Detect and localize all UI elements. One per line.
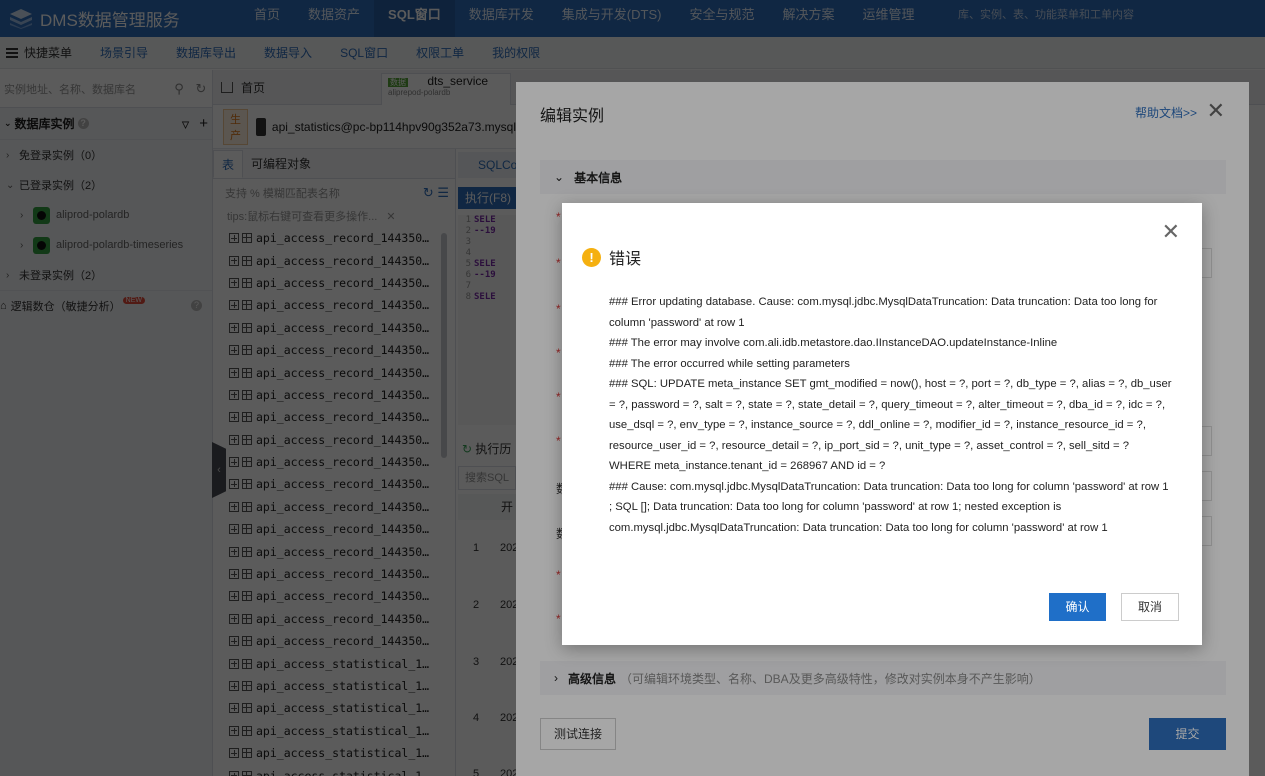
error-title-text: 错误 xyxy=(609,251,642,268)
close-icon[interactable]: ✕ xyxy=(1162,219,1180,245)
error-message: ### Error updating database. Cause: com.… xyxy=(609,292,1174,538)
confirm-button[interactable]: 确认 xyxy=(1049,593,1106,621)
error-line: ### Cause: com.mysql.jdbc.MysqlDataTrunc… xyxy=(609,480,1169,493)
error-line: ### SQL: UPDATE meta_instance SET gmt_mo… xyxy=(609,378,1172,472)
warning-icon: ! xyxy=(582,247,601,267)
error-line: ### The error occurred while setting par… xyxy=(609,357,850,370)
error-line: ### Error updating database. Cause: com.… xyxy=(609,296,1158,329)
error-line: ; SQL []; Data truncation: Data too long… xyxy=(609,501,1108,534)
error-dialog: ✕ ! 错误 ### Error updating database. Caus… xyxy=(562,203,1202,645)
error-line: ### The error may involve com.ali.idb.me… xyxy=(609,337,1058,349)
cancel-button[interactable]: 取消 xyxy=(1121,593,1179,621)
error-title: ! 错误 xyxy=(582,245,641,269)
